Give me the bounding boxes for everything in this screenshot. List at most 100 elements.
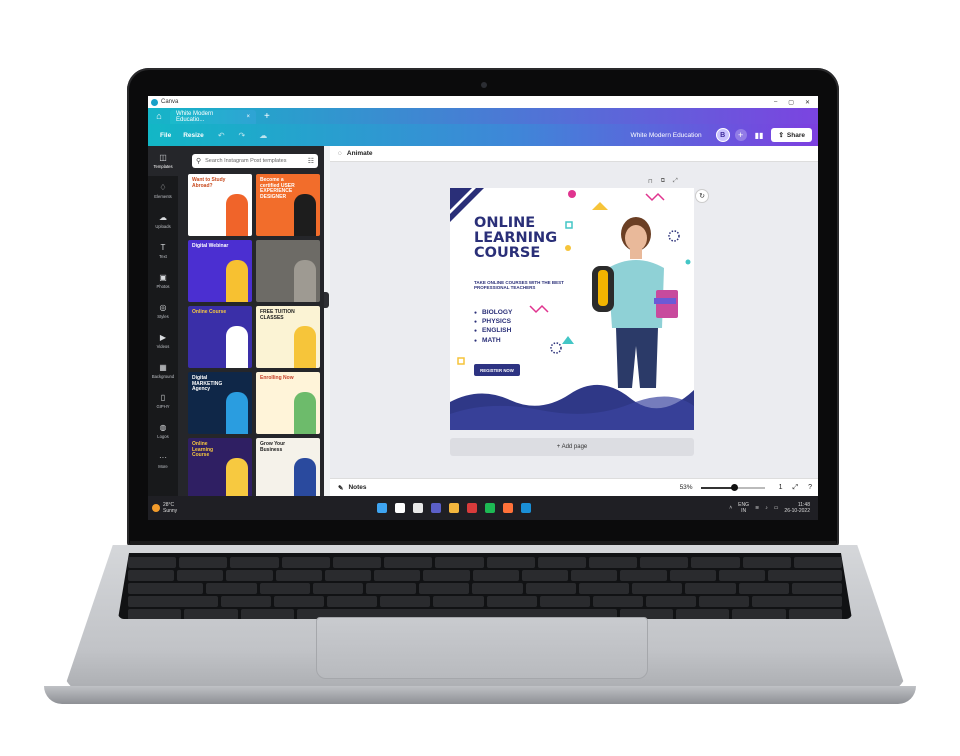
weather-widget[interactable]: 28°C Sunny bbox=[152, 502, 177, 514]
template-thumbnail[interactable]: Online Learning Course bbox=[188, 438, 252, 500]
page-count-icon[interactable]: 1 bbox=[779, 484, 783, 492]
invite-button[interactable]: + bbox=[734, 129, 747, 141]
student-photo[interactable] bbox=[578, 208, 688, 388]
new-tab-button[interactable]: + bbox=[264, 111, 270, 122]
subject-item: ENGLISH bbox=[474, 326, 512, 335]
sidebar-item-photos[interactable]: ▣ Photos bbox=[148, 266, 178, 296]
taskbar-app-icon[interactable] bbox=[413, 503, 424, 513]
fullscreen-icon[interactable]: ⤢ bbox=[792, 484, 798, 492]
editor-footer: ✎ Notes 53% 1 ⤢ ? bbox=[330, 478, 818, 496]
register-now-badge[interactable]: REGISTER NOW bbox=[474, 364, 520, 376]
close-window-button[interactable]: ✕ bbox=[805, 99, 810, 106]
maximize-button[interactable]: ▢ bbox=[788, 99, 794, 106]
os-taskbar: 28°C Sunny ˄ ENG IN ≋ ♪ ▭ 11:48 26-10-20… bbox=[148, 496, 818, 520]
zoom-slider-fill bbox=[700, 486, 735, 489]
text-icon: T bbox=[160, 243, 166, 252]
help-icon[interactable]: ? bbox=[808, 484, 812, 492]
subject-item: BIOLOGY bbox=[474, 308, 512, 317]
notes-icon: ✎ bbox=[338, 484, 344, 492]
home-tab[interactable]: ⌂ bbox=[148, 108, 170, 124]
design-page[interactable]: ONLINE LEARNING COURSE TAKE ONLINE COURS… bbox=[450, 188, 694, 430]
sidebar-item-background[interactable]: ▦ Background bbox=[148, 356, 178, 386]
sidebar-item-templates[interactable]: ◫ Templates bbox=[148, 146, 178, 176]
template-photo bbox=[226, 326, 248, 368]
taskbar-app-icon[interactable] bbox=[485, 503, 496, 513]
taskbar-app-icon[interactable] bbox=[449, 503, 460, 513]
taskbar-app-icon[interactable] bbox=[467, 503, 478, 513]
notes-button[interactable]: ✎ Notes bbox=[338, 484, 367, 492]
chevron-up-icon[interactable]: ˄ bbox=[729, 505, 732, 511]
design-subtitle[interactable]: TAKE ONLINE COURSES WITH THE BEST PROFES… bbox=[474, 280, 574, 291]
animate-icon[interactable]: ◌ bbox=[338, 150, 342, 157]
add-page-button[interactable]: + Add page bbox=[450, 438, 694, 456]
taskbar-app-icon[interactable] bbox=[395, 503, 406, 513]
template-thumbnail[interactable]: Want to Study Abroad? bbox=[188, 174, 252, 236]
template-thumbnail[interactable]: Online Course bbox=[188, 306, 252, 368]
template-thumbnail[interactable]: FREE TUITION CLASSES bbox=[256, 306, 320, 368]
taskbar-app-icon[interactable] bbox=[431, 503, 442, 513]
insights-icon[interactable]: ▮▮ bbox=[755, 131, 764, 140]
animate-button[interactable]: Animate bbox=[347, 150, 373, 157]
sidebar-item-videos[interactable]: ▶ Videos bbox=[148, 326, 178, 356]
taskbar-app-icon[interactable] bbox=[503, 503, 514, 513]
template-search-input[interactable]: ⚲ Search Instagram Post templates ☷ bbox=[192, 154, 318, 168]
expand-icon[interactable]: ⤢ bbox=[673, 178, 678, 185]
duplicate-icon[interactable]: ⧉ bbox=[661, 178, 665, 185]
document-title[interactable]: White Modern Education bbox=[630, 132, 701, 139]
taskbar-app-icon[interactable] bbox=[521, 503, 532, 513]
avatar[interactable]: B bbox=[715, 128, 730, 142]
lock-icon[interactable]: ⊓ bbox=[648, 178, 653, 185]
sidebar-item-text[interactable]: T Text bbox=[148, 236, 178, 266]
zoom-slider[interactable] bbox=[700, 483, 765, 491]
panel-collapse-handle[interactable] bbox=[324, 292, 329, 308]
zoom-level[interactable]: 53% bbox=[680, 484, 693, 491]
battery-icon[interactable]: ▭ bbox=[774, 505, 779, 511]
clock[interactable]: 11:48 26-10-2022 bbox=[784, 502, 810, 515]
template-photo bbox=[226, 458, 248, 500]
redo-icon[interactable]: ↷ bbox=[239, 131, 246, 140]
tab-document[interactable]: White Modern Educatio... × bbox=[170, 110, 256, 124]
sidebar-item-label: Styles bbox=[157, 314, 169, 319]
template-thumbnail[interactable]: Digital Webinar bbox=[188, 240, 252, 302]
resize-menu[interactable]: Resize bbox=[183, 132, 204, 139]
animate-toolbar: ◌ Animate bbox=[330, 146, 818, 162]
sidebar-item-giphy[interactable]: ▯ GIPHY bbox=[148, 386, 178, 416]
wifi-icon[interactable]: ≋ bbox=[755, 505, 759, 511]
template-thumbnail[interactable]: Enrolling Now bbox=[256, 372, 320, 434]
design-headline[interactable]: ONLINE LEARNING COURSE bbox=[474, 215, 584, 262]
photos-icon: ▣ bbox=[159, 273, 167, 282]
undo-icon[interactable]: ↶ bbox=[218, 131, 225, 140]
refresh-icon[interactable]: ↻ bbox=[695, 189, 709, 203]
keyboard bbox=[118, 553, 852, 619]
zoom-control: 53% bbox=[680, 483, 765, 491]
filter-icon[interactable]: ☷ bbox=[308, 157, 314, 165]
editor-menubar: File Resize ↶ ↷ ☁ White Modern Education… bbox=[148, 124, 818, 146]
template-thumbnail[interactable] bbox=[256, 240, 320, 302]
subject-list[interactable]: BIOLOGY PHYSICS ENGLISH MATH bbox=[474, 308, 512, 345]
date: 26-10-2022 bbox=[784, 508, 810, 514]
template-photo bbox=[226, 392, 248, 434]
close-tab-icon[interactable]: × bbox=[246, 114, 250, 120]
cloud-save-icon[interactable]: ☁ bbox=[259, 131, 267, 140]
webcam bbox=[481, 82, 487, 88]
subject-item: MATH bbox=[474, 336, 512, 345]
template-grid: Want to Study Abroad? Become a certified … bbox=[188, 174, 320, 500]
volume-icon[interactable]: ♪ bbox=[765, 505, 768, 511]
sidebar-item-uploads[interactable]: ☁ Uploads bbox=[148, 206, 178, 236]
template-thumbnail[interactable]: Grow Your Business bbox=[256, 438, 320, 500]
template-thumbnail[interactable]: Become a certified USER EXPERIENCE DESIG… bbox=[256, 174, 320, 236]
trackpad[interactable] bbox=[316, 617, 648, 679]
taskbar-app-icon[interactable] bbox=[377, 503, 388, 513]
file-menu[interactable]: File bbox=[160, 132, 171, 139]
uploads-icon: ☁ bbox=[159, 213, 167, 222]
sidebar-item-more[interactable]: ··· More bbox=[148, 446, 178, 476]
sidebar-item-styles[interactable]: ◎ Styles bbox=[148, 296, 178, 326]
home-icon: ⌂ bbox=[156, 111, 162, 121]
share-button[interactable]: ⇪ Share bbox=[771, 128, 812, 142]
sidebar-item-elements[interactable]: ♢ Elements bbox=[148, 176, 178, 206]
subject-item: PHYSICS bbox=[474, 317, 512, 326]
minimize-button[interactable]: – bbox=[774, 99, 777, 106]
sidebar-item-logos[interactable]: ◍ Logos bbox=[148, 416, 178, 446]
zoom-slider-knob[interactable] bbox=[731, 483, 739, 491]
template-thumbnail[interactable]: Digital MARKETING Agency bbox=[188, 372, 252, 434]
